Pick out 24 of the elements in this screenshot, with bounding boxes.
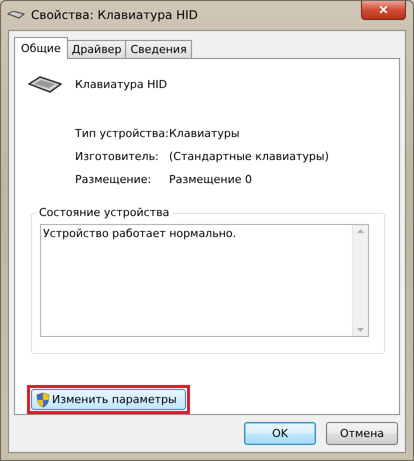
close-button[interactable]: ✕	[361, 1, 406, 20]
tab[interactable]: Общие	[14, 37, 68, 59]
keyboard-icon	[7, 11, 25, 19]
cancel-button[interactable]: Отмена	[326, 422, 398, 445]
scrollbar[interactable]	[352, 225, 368, 336]
keyboard-icon	[28, 76, 62, 94]
property-label: Размещение:	[75, 173, 152, 188]
property-label: Изготовитель:	[75, 150, 160, 164]
property-value: Размещение 0	[169, 173, 254, 188]
device-name: Клавиатура HID	[75, 78, 168, 92]
up-arrow-icon	[357, 229, 364, 234]
property-value: Клавиатуры	[169, 127, 241, 142]
property-label: Тип устройства:	[75, 127, 169, 142]
shield-icon	[36, 392, 50, 408]
ok-button[interactable]: OK	[244, 422, 316, 445]
down-arrow-icon	[357, 328, 364, 332]
status-text-area[interactable]: Устройство работает нормально.	[40, 224, 369, 338]
tab[interactable]: Сведения	[125, 40, 192, 58]
property-value: (Стандартные клавиатуры)	[169, 150, 330, 164]
window-title: Свойства: Клавиатура HID	[31, 8, 198, 22]
status-text: Устройство работает нормально.	[42, 226, 238, 242]
change-settings-button[interactable]: Изменить параметры	[31, 389, 186, 410]
tab[interactable]: Драйвер	[66, 40, 126, 58]
group-title: Состояние устройства	[36, 206, 172, 220]
